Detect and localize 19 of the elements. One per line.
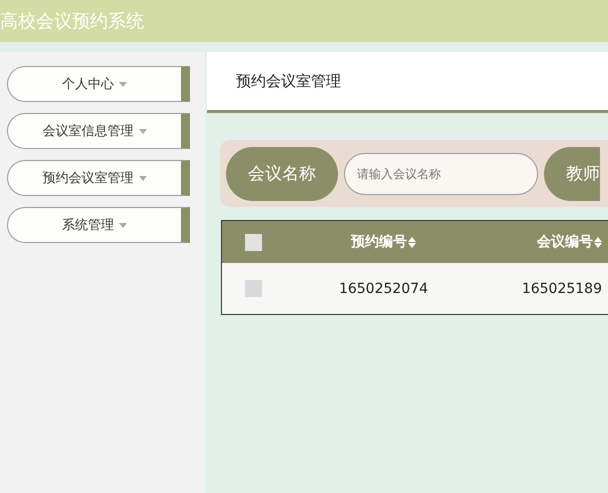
checkbox[interactable] xyxy=(245,234,262,250)
caret-icon xyxy=(119,82,127,86)
sidebar-menu-item[interactable]: 预约会议室管理 xyxy=(7,160,190,196)
page-title: 预约会议室管理 xyxy=(236,72,341,90)
app-title: 高校会议预约系统 xyxy=(0,10,144,33)
search-label: 教师 xyxy=(544,146,600,200)
sidebar-menu-item[interactable]: 个人中心 xyxy=(7,66,190,102)
table-cell: 165025189 xyxy=(522,280,602,296)
sort-icon[interactable] xyxy=(594,236,602,248)
search-field[interactable]: 请输入会议名称 xyxy=(344,152,538,194)
sidebar-menu-item[interactable]: 系统管理 xyxy=(7,207,190,243)
sort-icon[interactable] xyxy=(408,236,416,248)
caret-icon xyxy=(138,176,146,180)
caret-icon xyxy=(138,128,146,134)
checkbox[interactable] xyxy=(245,280,262,297)
search-label: 会议名称 xyxy=(226,146,338,200)
sidebar-menu-item[interactable]: 会议室信息管理 xyxy=(7,113,190,149)
table-cell: 1650252074 xyxy=(338,280,428,296)
caret-icon xyxy=(119,222,127,228)
